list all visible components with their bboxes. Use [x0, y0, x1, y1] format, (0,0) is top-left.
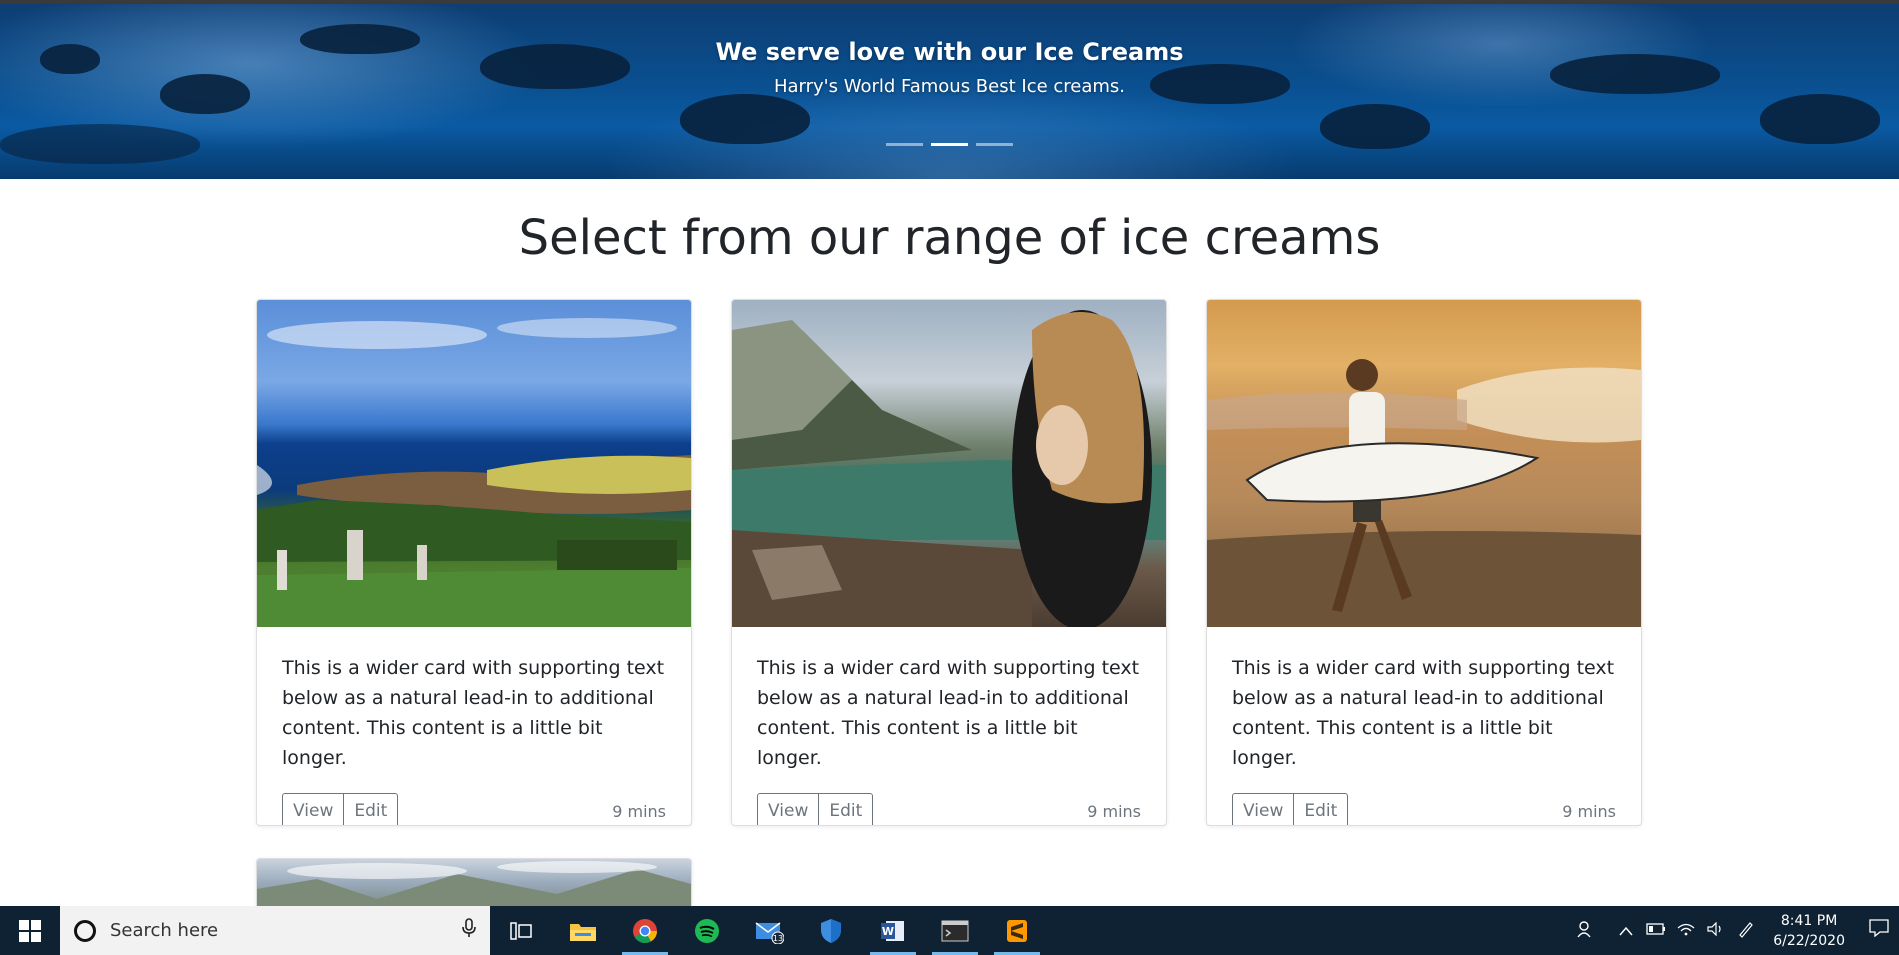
- hero-title: We serve love with our Ice Creams: [715, 38, 1184, 66]
- card-button-group: View Edit: [1232, 793, 1349, 825]
- surfer-illustration: [1207, 359, 1641, 627]
- card-time: 9 mins: [612, 802, 666, 821]
- card-image-coastal-cemetery: [257, 300, 691, 627]
- coast-illustration: [257, 318, 691, 627]
- card-button-group: View Edit: [757, 793, 874, 825]
- card-text: This is a wider card with supporting tex…: [282, 657, 665, 769]
- carousel-caption: We serve love with our Ice Creams Harry'…: [0, 38, 1899, 97]
- edit-button[interactable]: Edit: [1294, 793, 1349, 825]
- notification-icon[interactable]: [1859, 919, 1899, 942]
- mail-badge: 13: [773, 934, 783, 943]
- mail-icon[interactable]: 13: [738, 906, 800, 955]
- card-time: 9 mins: [1087, 802, 1141, 821]
- lake-illustration: [732, 310, 1166, 627]
- task-view-icon[interactable]: [490, 906, 552, 955]
- view-button[interactable]: View: [282, 793, 345, 825]
- people-icon[interactable]: [1571, 920, 1601, 942]
- card-text: This is a wider card with supporting tex…: [1232, 657, 1615, 769]
- clock-date: 6/22/2020: [1773, 932, 1845, 949]
- taskbar-search[interactable]: Search here: [60, 906, 490, 955]
- card-image-surfer-beach: [1207, 300, 1641, 627]
- card-time: 9 mins: [1562, 802, 1616, 821]
- windows-defender-icon[interactable]: [800, 906, 862, 955]
- battery-icon[interactable]: [1641, 921, 1671, 940]
- system-clock[interactable]: 8:41 PM 6/22/2020: [1773, 911, 1845, 951]
- terminal-icon[interactable]: [924, 906, 986, 955]
- edit-button[interactable]: Edit: [344, 793, 399, 825]
- hero-carousel[interactable]: We serve love with our Ice Creams Harry'…: [0, 4, 1899, 179]
- search-placeholder: Search here: [110, 920, 219, 941]
- spotify-icon[interactable]: [676, 906, 738, 955]
- start-button[interactable]: [0, 906, 60, 955]
- hero-subtitle: Harry's World Famous Best Ice creams.: [773, 76, 1126, 97]
- view-button[interactable]: View: [1232, 793, 1295, 825]
- cortana-icon: [74, 919, 96, 942]
- volume-icon[interactable]: [1701, 921, 1731, 940]
- wifi-icon[interactable]: [1671, 921, 1701, 940]
- svg-text:W: W: [882, 925, 894, 938]
- clock-time: 8:41 PM: [1780, 912, 1838, 929]
- section-heading: Select from our range of ice creams: [518, 210, 1381, 266]
- file-explorer-icon[interactable]: [552, 906, 614, 955]
- view-button[interactable]: View: [757, 793, 820, 825]
- word-icon[interactable]: W: [862, 906, 924, 955]
- product-card: This is a wider card with supporting tex…: [731, 299, 1167, 826]
- tree-silhouette: [680, 94, 810, 144]
- pen-icon[interactable]: [1731, 920, 1761, 942]
- product-card: This is a wider card with supporting tex…: [256, 299, 692, 826]
- carousel-indicator-2[interactable]: [931, 143, 968, 146]
- carousel-indicator-3[interactable]: [976, 143, 1013, 146]
- tree-silhouette: [1760, 94, 1880, 144]
- edit-button[interactable]: Edit: [819, 793, 874, 825]
- card-button-group: View Edit: [282, 793, 399, 825]
- card-image-woman-by-lake: [732, 300, 1166, 627]
- chrome-icon[interactable]: [614, 906, 676, 955]
- windows-logo-icon: [19, 919, 41, 942]
- carousel-indicators: [0, 143, 1899, 146]
- card-text: This is a wider card with supporting tex…: [757, 657, 1140, 769]
- windows-taskbar: Search here 13 W 8:41 PM 6/22/2020: [0, 906, 1899, 955]
- product-card: This is a wider card with supporting tex…: [1206, 299, 1642, 826]
- carousel-indicator-1[interactable]: [886, 143, 923, 146]
- chevron-up-icon[interactable]: [1611, 921, 1641, 940]
- system-tray: 8:41 PM 6/22/2020: [1571, 906, 1899, 955]
- sublime-text-icon[interactable]: [986, 906, 1048, 955]
- microphone-icon[interactable]: [462, 918, 476, 943]
